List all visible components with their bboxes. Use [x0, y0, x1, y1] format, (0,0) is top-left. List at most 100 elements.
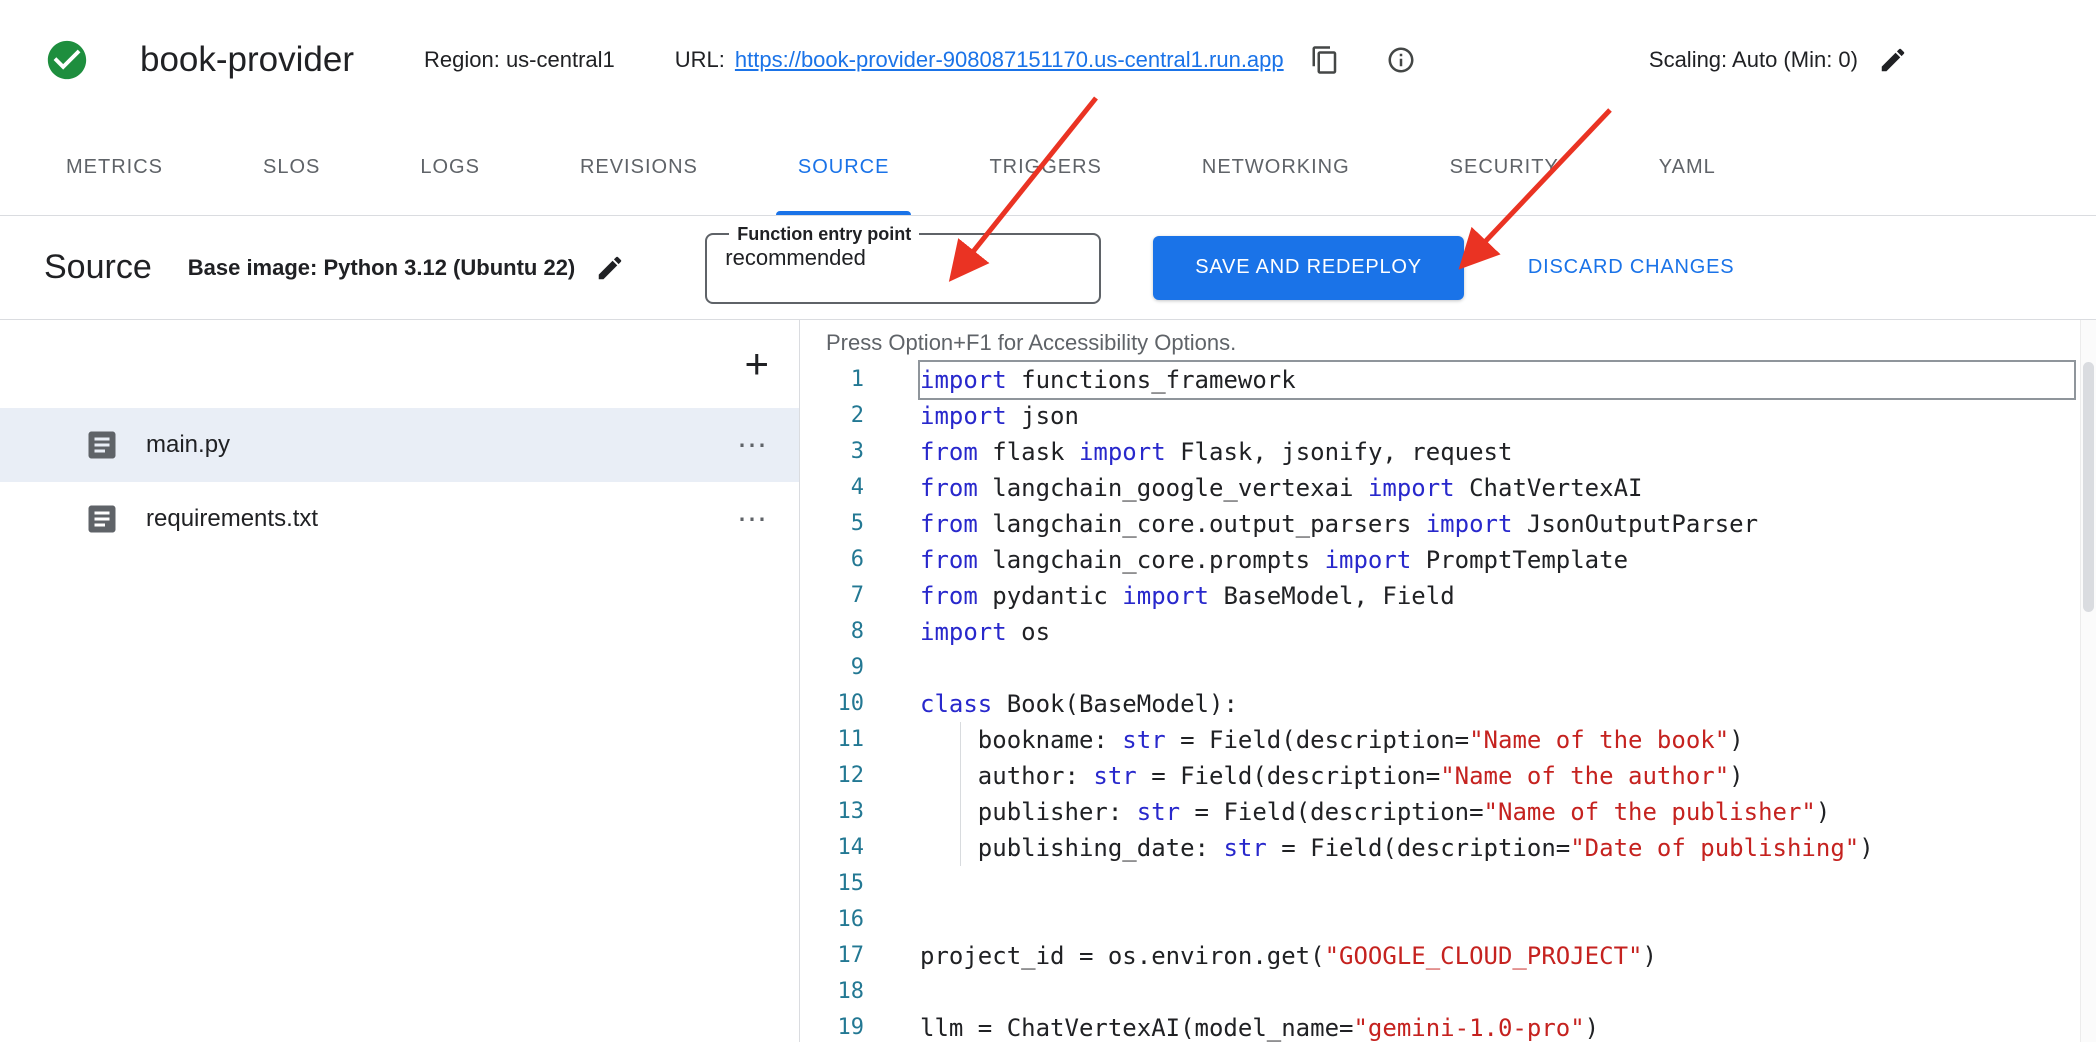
line-number: 6	[800, 542, 864, 578]
file-overflow-icon[interactable]: ⋯	[737, 428, 769, 463]
file-name: requirements.txt	[146, 505, 318, 533]
tab-revisions[interactable]: REVISIONS	[530, 120, 748, 215]
url-label: URL:	[675, 47, 725, 73]
line-number: 3	[800, 434, 864, 470]
code-text	[920, 974, 2074, 1010]
code-text: from pydantic import BaseModel, Field	[920, 578, 2074, 614]
code-editor[interactable]: Press Option+F1 for Accessibility Option…	[800, 320, 2096, 1042]
code-text: import functions_framework	[920, 362, 2074, 398]
tab-metrics[interactable]: METRICS	[16, 120, 213, 215]
cloud-run-service-page: book-provider Region: us-central1 URL: h…	[0, 0, 2096, 1042]
code-text: llm = ChatVertexAI(model_name="gemini-1.…	[920, 1010, 2074, 1042]
file-panel-toolbar: +	[0, 320, 799, 408]
section-title: Source	[44, 248, 152, 287]
line-number: 14	[800, 830, 864, 866]
code-line-12[interactable]: 12 author: str = Field(description="Name…	[800, 758, 2096, 794]
service-url-group: URL: https://book-provider-908087151170.…	[675, 45, 1416, 75]
file-item-main.py[interactable]: main.py ⋯	[0, 408, 799, 482]
code-line-15[interactable]: 15	[800, 866, 2096, 902]
service-title: book-provider	[140, 40, 354, 80]
service-url-link[interactable]: https://book-provider-908087151170.us-ce…	[735, 47, 1284, 73]
code-line-14[interactable]: 14 publishing_date: str = Field(descript…	[800, 830, 2096, 866]
tab-logs[interactable]: LOGS	[370, 120, 530, 215]
tab-security[interactable]: SECURITY	[1400, 120, 1609, 215]
file-overflow-icon[interactable]: ⋯	[737, 502, 769, 537]
code-line-5[interactable]: 5 from langchain_core.output_parsers impo…	[800, 506, 2096, 542]
code-text: publishing_date: str = Field(description…	[920, 830, 2074, 866]
edit-base-image-button[interactable]	[595, 253, 625, 283]
line-number: 2	[800, 398, 864, 434]
code-text: from flask import Flask, jsonify, reques…	[920, 434, 2074, 470]
line-number: 8	[800, 614, 864, 650]
code-text: from langchain_core.prompts import Promp…	[920, 542, 2074, 578]
code-text: publisher: str = Field(description="Name…	[920, 794, 2074, 830]
scaling-label: Scaling: Auto (Min: 0)	[1649, 47, 1858, 73]
tab-bar: METRICSSLOSLOGSREVISIONSSOURCETRIGGERSNE…	[0, 120, 2096, 216]
code-line-1[interactable]: 1 import functions_framework	[800, 362, 2096, 398]
code-text	[920, 866, 2074, 902]
status-ok-icon	[44, 37, 90, 83]
line-number: 18	[800, 974, 864, 1010]
code-text	[920, 902, 2074, 938]
tab-source[interactable]: SOURCE	[748, 120, 940, 215]
code-line-3[interactable]: 3 from flask import Flask, jsonify, reque…	[800, 434, 2096, 470]
line-number: 17	[800, 938, 864, 974]
line-number: 13	[800, 794, 864, 830]
tab-triggers[interactable]: TRIGGERS	[939, 120, 1151, 215]
source-toolbar: Source Base image: Python 3.12 (Ubuntu 2…	[0, 216, 2096, 320]
line-number: 10	[800, 686, 864, 722]
entry-point-label: Function entry point	[729, 224, 919, 245]
file-icon	[84, 427, 120, 463]
line-number: 11	[800, 722, 864, 758]
code-line-11[interactable]: 11 bookname: str = Field(description="Na…	[800, 722, 2096, 758]
add-file-button[interactable]: +	[744, 343, 769, 385]
code-line-10[interactable]: 10 class Book(BaseModel):	[800, 686, 2096, 722]
edit-scaling-button[interactable]	[1878, 45, 1908, 75]
discard-changes-button[interactable]: DISCARD CHANGES	[1528, 256, 1734, 279]
code-line-16[interactable]: 16	[800, 902, 2096, 938]
code-line-2[interactable]: 2 import json	[800, 398, 2096, 434]
file-panel: + main.py ⋯ requirements.txt ⋯	[0, 320, 800, 1042]
copy-url-button[interactable]	[1310, 45, 1340, 75]
file-name: main.py	[146, 431, 230, 459]
line-number: 12	[800, 758, 864, 794]
code-text: author: str = Field(description="Name of…	[920, 758, 2074, 794]
line-number: 15	[800, 866, 864, 902]
code-line-7[interactable]: 7from pydantic import BaseModel, Field	[800, 578, 2096, 614]
code-text: from langchain_core.output_parsers impor…	[920, 506, 2074, 542]
code-line-6[interactable]: 6 from langchain_core.prompts import Prom…	[800, 542, 2096, 578]
editor-scrollbar[interactable]	[2080, 320, 2096, 1042]
code-line-17[interactable]: 17 project_id = os.environ.get("GOOGLE_CL…	[800, 938, 2096, 974]
service-header: book-provider Region: us-central1 URL: h…	[0, 0, 2096, 120]
code-line-13[interactable]: 13 publisher: str = Field(description="N…	[800, 794, 2096, 830]
editor-scrollbar-thumb[interactable]	[2083, 362, 2094, 612]
service-region: Region: us-central1	[424, 47, 615, 73]
line-number: 1	[800, 362, 864, 398]
line-number: 9	[800, 650, 864, 686]
source-main: + main.py ⋯ requirements.txt ⋯ Press Option…	[0, 320, 2096, 1042]
tab-yaml[interactable]: YAML	[1609, 120, 1766, 215]
code-text	[920, 650, 2074, 686]
code-line-8[interactable]: 8 import os	[800, 614, 2096, 650]
file-list: main.py ⋯ requirements.txt ⋯	[0, 408, 799, 556]
line-number: 5	[800, 506, 864, 542]
code-text: class Book(BaseModel):	[920, 686, 2074, 722]
code-text: project_id = os.environ.get("GOOGLE_CLOU…	[920, 938, 2074, 974]
tab-slos[interactable]: SLOS	[213, 120, 370, 215]
url-info-icon[interactable]	[1386, 45, 1416, 75]
code-line-18[interactable]: 18	[800, 974, 2096, 1010]
save-and-redeploy-button[interactable]: SAVE AND REDEPLOY	[1153, 236, 1464, 300]
file-item-requirements.txt[interactable]: requirements.txt ⋯	[0, 482, 799, 556]
code-line-19[interactable]: 19llm = ChatVertexAI(model_name="gemini-…	[800, 1010, 2096, 1042]
code-lines: 1import functions_framework2import json3…	[800, 362, 2096, 1042]
code-text: import json	[920, 398, 2074, 434]
code-line-4[interactable]: 4from langchain_google_vertexai import C…	[800, 470, 2096, 506]
entry-point-input[interactable]	[723, 245, 1069, 283]
code-line-9[interactable]: 9	[800, 650, 2096, 686]
line-number: 16	[800, 902, 864, 938]
code-text: import os	[920, 614, 2074, 650]
scaling-group: Scaling: Auto (Min: 0)	[1649, 45, 1908, 75]
tab-networking[interactable]: NETWORKING	[1152, 120, 1400, 215]
base-image-label: Base image: Python 3.12 (Ubuntu 22)	[188, 255, 576, 281]
file-icon	[84, 501, 120, 537]
